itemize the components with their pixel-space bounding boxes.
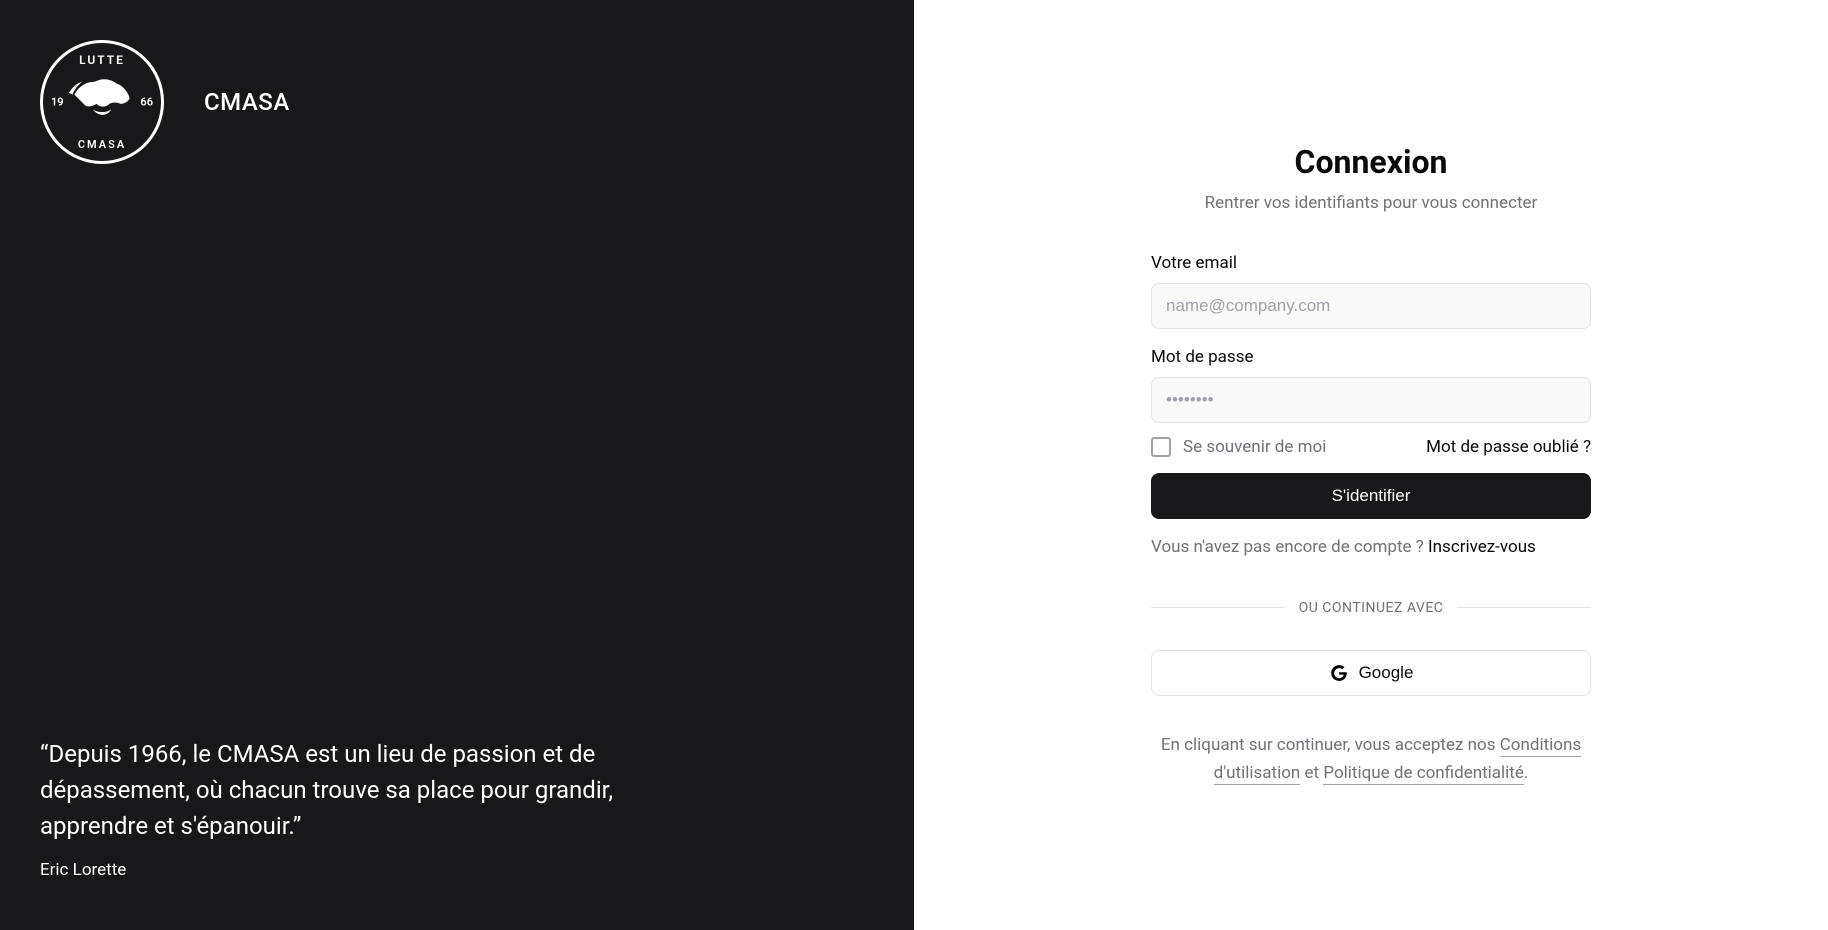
login-form: Connexion Rentrer vos identifiants pour … (1151, 143, 1591, 786)
password-field[interactable] (1151, 377, 1591, 423)
brand-panel: LUTTE 19 66 CMASA CMASA “Depuis 1966, le… (0, 0, 914, 930)
privacy-link[interactable]: Politique de confidentialité (1323, 763, 1524, 785)
email-field[interactable] (1151, 283, 1591, 329)
password-label: Mot de passe (1151, 347, 1591, 367)
page-title: Connexion (1151, 143, 1591, 181)
google-icon (1329, 663, 1349, 683)
signup-prompt: Vous n'avez pas encore de compte ? (1151, 537, 1428, 557)
google-button-label: Google (1359, 663, 1414, 683)
logo-top-text: LUTTE (79, 53, 125, 67)
legal-and: et (1300, 763, 1323, 783)
remember-label: Se souvenir de moi (1183, 437, 1326, 457)
legal-text: En cliquant sur continuer, vous acceptez… (1151, 732, 1591, 786)
divider: OU CONTINUEZ AVEC (1151, 597, 1591, 616)
logo-row: LUTTE 19 66 CMASA CMASA (40, 40, 874, 164)
quote-text: “Depuis 1966, le CMASA est un lieu de pa… (40, 736, 700, 844)
legal-intro: En cliquant sur continuer, vous acceptez… (1161, 735, 1500, 755)
signup-link[interactable]: Inscrivez-vous (1428, 537, 1536, 557)
logo-year-left: 19 (51, 96, 64, 109)
remember-wrap: Se souvenir de moi (1151, 437, 1326, 457)
google-button[interactable]: Google (1151, 650, 1591, 696)
signup-row: Vous n'avez pas encore de compte ? Inscr… (1151, 537, 1591, 557)
remember-forgot-row: Se souvenir de moi Mot de passe oublié ? (1151, 437, 1591, 457)
wolf-icon (56, 56, 148, 148)
divider-text: OU CONTINUEZ AVEC (1285, 600, 1458, 616)
form-panel: Connexion Rentrer vos identifiants pour … (914, 0, 1828, 930)
submit-button[interactable]: S'identifier (1151, 473, 1591, 519)
page-subtitle: Rentrer vos identifiants pour vous conne… (1151, 193, 1591, 213)
logo-badge: LUTTE 19 66 CMASA (40, 40, 164, 164)
logo-year-right: 66 (140, 96, 153, 109)
email-label: Votre email (1151, 253, 1591, 273)
logo-bottom-text: CMASA (78, 138, 126, 151)
quote-author: Eric Lorette (40, 860, 874, 880)
quote-block: “Depuis 1966, le CMASA est un lieu de pa… (40, 736, 874, 890)
legal-period: . (1524, 763, 1528, 783)
brand-name: CMASA (204, 88, 290, 116)
forgot-password-link[interactable]: Mot de passe oublié ? (1426, 437, 1591, 457)
remember-checkbox[interactable] (1151, 437, 1171, 457)
